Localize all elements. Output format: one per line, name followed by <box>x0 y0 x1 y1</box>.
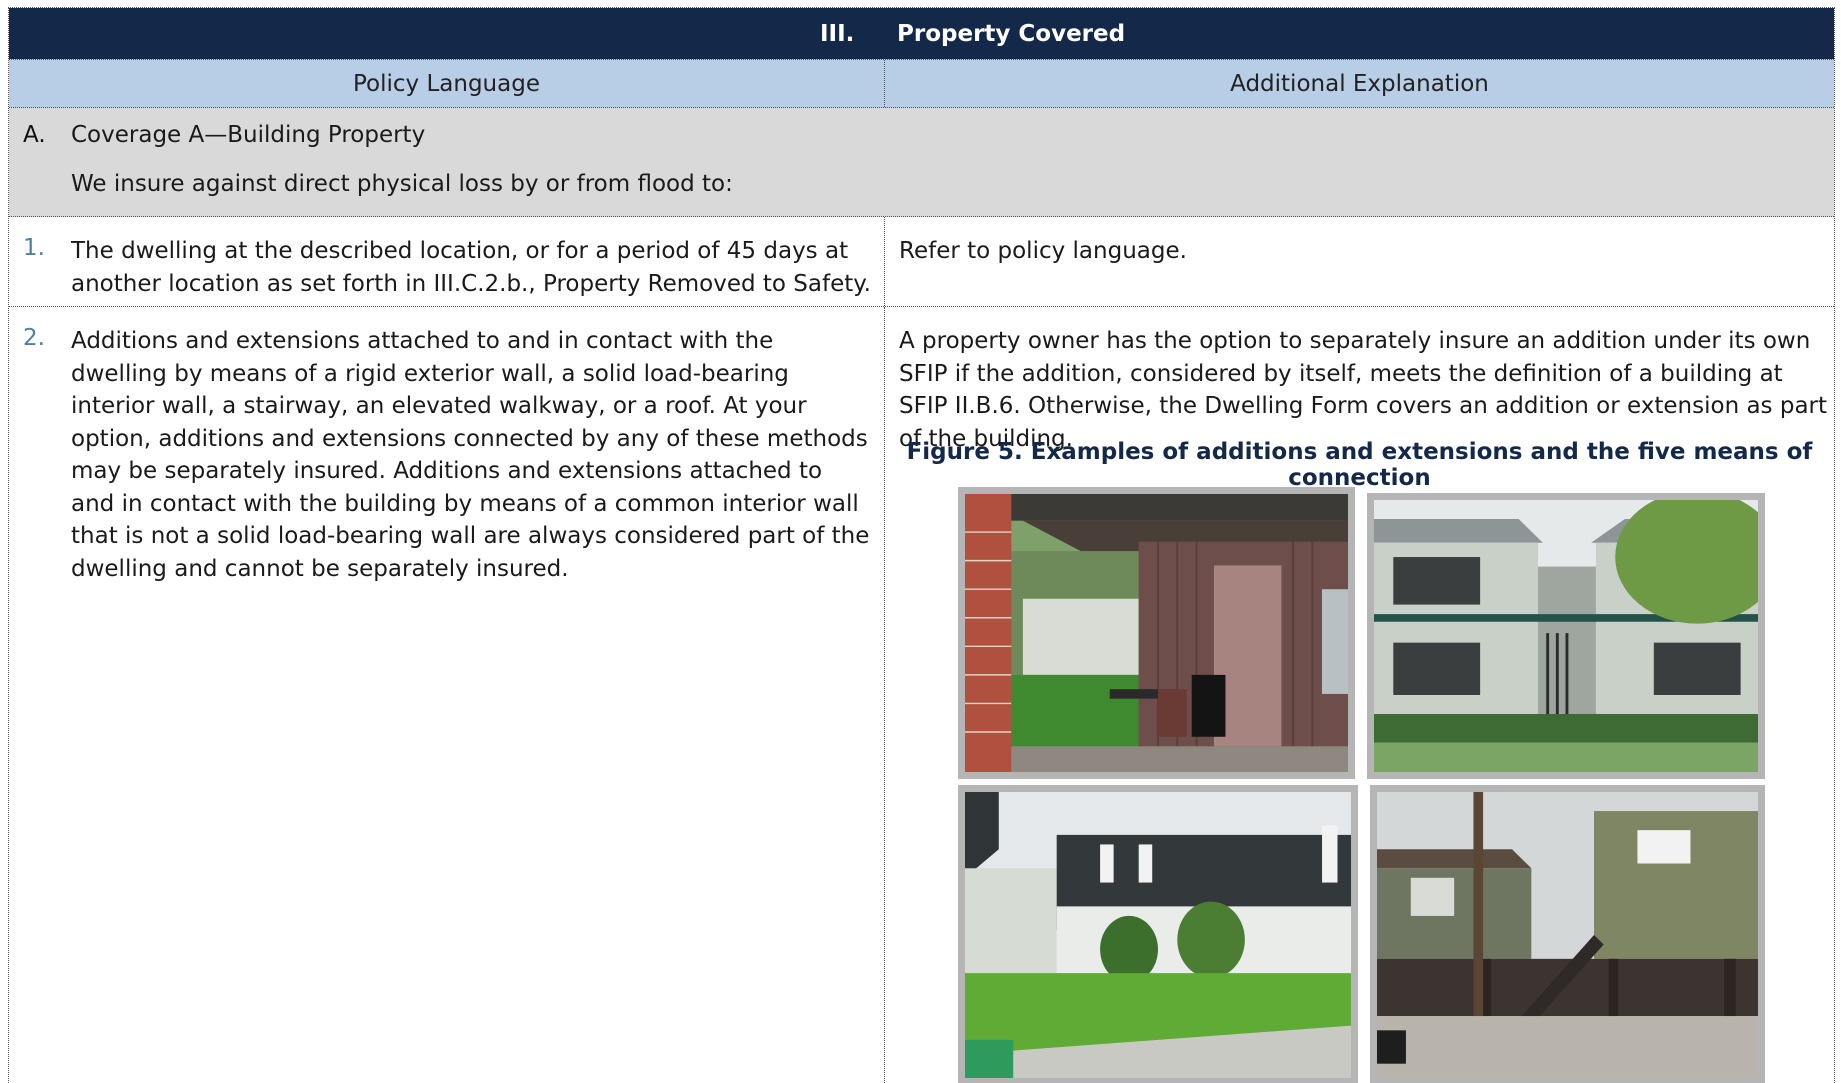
figure-caption: Figure 5. Examples of additions and exte… <box>906 439 1813 491</box>
coverage-letter: A. <box>23 122 46 148</box>
policy-table: III. Property Covered Policy Language Ad… <box>8 7 1835 1083</box>
coverage-heading: Coverage A—Building Property <box>71 122 426 148</box>
policy-cell: 2. Additions and extensions attached to … <box>9 307 885 1083</box>
coverage-intro: We insure against direct physical loss b… <box>71 171 733 197</box>
explanation-cell: Refer to policy language. <box>885 217 1834 306</box>
policy-cell: 1. The dwelling at the described locatio… <box>9 217 885 306</box>
section-header: III. Property Covered <box>9 8 1834 59</box>
section-number: III. <box>820 21 855 47</box>
explanation-text: Refer to policy language. <box>899 238 1187 264</box>
explanation-cell: A property owner has the option to separ… <box>885 307 1834 1083</box>
photo-elevated-walkway-connection <box>1370 785 1765 1083</box>
column-header-policy-language: Policy Language <box>9 60 885 107</box>
policy-text: Additions and extensions attached to and… <box>71 328 870 582</box>
column-headers: Policy Language Additional Explanation <box>9 59 1834 108</box>
policy-text: The dwelling at the described location, … <box>71 238 871 297</box>
photo-patio-addition <box>958 487 1355 779</box>
table-row: 1. The dwelling at the described locatio… <box>9 217 1834 307</box>
photo-stairway-connection <box>1367 493 1765 779</box>
section-title: Property Covered <box>897 21 1126 47</box>
item-number: 1. <box>23 235 45 261</box>
coverage-a-row: A. Coverage A—Building Property We insur… <box>9 108 1834 217</box>
item-number: 2. <box>23 325 45 351</box>
column-header-additional-explanation: Additional Explanation <box>1230 70 1489 97</box>
photo-exterior-wall-connection <box>958 785 1358 1083</box>
explanation-text: A property owner has the option to separ… <box>899 328 1828 452</box>
table-row: 2. Additions and extensions attached to … <box>9 307 1834 1083</box>
